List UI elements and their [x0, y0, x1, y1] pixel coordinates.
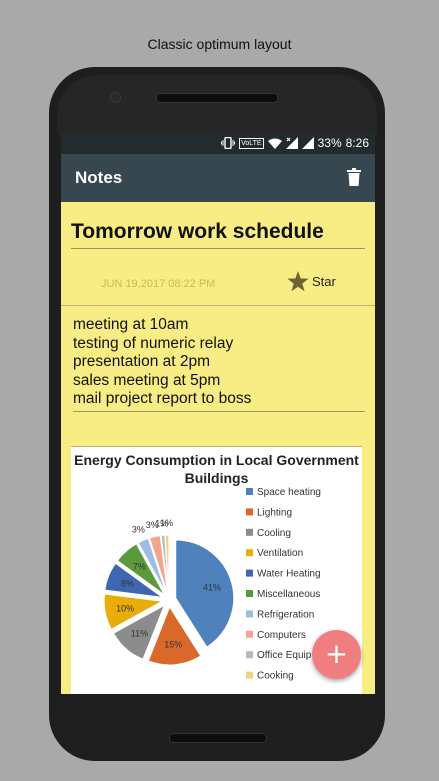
trash-icon[interactable]	[347, 168, 361, 186]
battery-percent: 33%	[317, 136, 342, 150]
note-card: Tomorrow work schedule JUN 19,2017 08:22…	[61, 202, 375, 412]
note-meta-row: JUN 19,2017 08:22 PM Star	[61, 249, 375, 306]
note-title: Tomorrow work schedule	[71, 220, 324, 243]
slice-value-label: 7%	[133, 561, 146, 571]
earpiece-speaker	[156, 93, 278, 103]
star-icon	[287, 271, 309, 292]
app-bar: Notes	[61, 154, 375, 202]
star-button[interactable]: Star	[287, 271, 336, 292]
slice-value-label: 3%	[132, 524, 145, 534]
wifi-icon	[267, 138, 282, 149]
legend-swatch	[246, 549, 253, 557]
legend-swatch	[246, 651, 253, 659]
slice-value-label: 1%	[160, 518, 173, 528]
slice-value-label: 41%	[203, 583, 221, 593]
slice-value-label: 8%	[121, 579, 134, 589]
legend-label: Miscellaneous	[257, 589, 320, 600]
volte-badge: VoLTE	[239, 137, 264, 149]
legend-label: Office Equip	[257, 650, 312, 661]
legend-label: Cooking	[257, 671, 294, 682]
screen: VoLTE 33% 8:26 Notes Tomorrow work sched…	[61, 133, 375, 694]
legend-swatch	[246, 590, 253, 597]
star-label: Star	[312, 274, 336, 289]
clock: 8:26	[345, 136, 369, 150]
phone-top-bezel	[57, 75, 377, 135]
slice-value-label: 15%	[164, 640, 182, 650]
legend-swatch	[246, 508, 253, 516]
legend-label: Water Heating	[257, 569, 321, 580]
legend-label: Space heating	[257, 487, 321, 498]
status-bar: VoLTE 33% 8:26	[61, 133, 375, 154]
app-title: Notes	[75, 168, 123, 187]
add-note-button[interactable]: +	[312, 630, 361, 679]
note-title-field[interactable]: Tomorrow work schedule	[71, 202, 365, 249]
legend-label: Cooling	[257, 528, 291, 539]
legend-label: Lighting	[257, 507, 292, 518]
page-caption: Classic optimum layout	[147, 36, 292, 52]
bottom-speaker	[169, 733, 267, 743]
legend-swatch	[246, 630, 253, 638]
status-icons: VoLTE 33% 8:26	[221, 136, 369, 150]
front-camera	[110, 92, 121, 103]
legend-swatch	[246, 528, 253, 536]
note-body[interactable]: meeting at 10am testing of numeric relay…	[73, 316, 365, 412]
slice-value-label: 10%	[116, 603, 134, 613]
legend-label: Refrigeration	[257, 609, 314, 620]
legend-swatch	[246, 488, 253, 495]
note-date: JUN 19,2017 08:22 PM	[101, 278, 216, 290]
signal-icon	[301, 137, 314, 149]
signal-x-icon	[285, 137, 298, 149]
legend-swatch	[246, 610, 253, 618]
legend-label: Computers	[257, 630, 306, 641]
legend-swatch	[246, 569, 253, 577]
slice-value-label: 11%	[131, 629, 148, 639]
legend-swatch	[246, 671, 253, 679]
vibrate-icon	[221, 137, 236, 149]
legend-label: Ventilation	[257, 548, 303, 559]
